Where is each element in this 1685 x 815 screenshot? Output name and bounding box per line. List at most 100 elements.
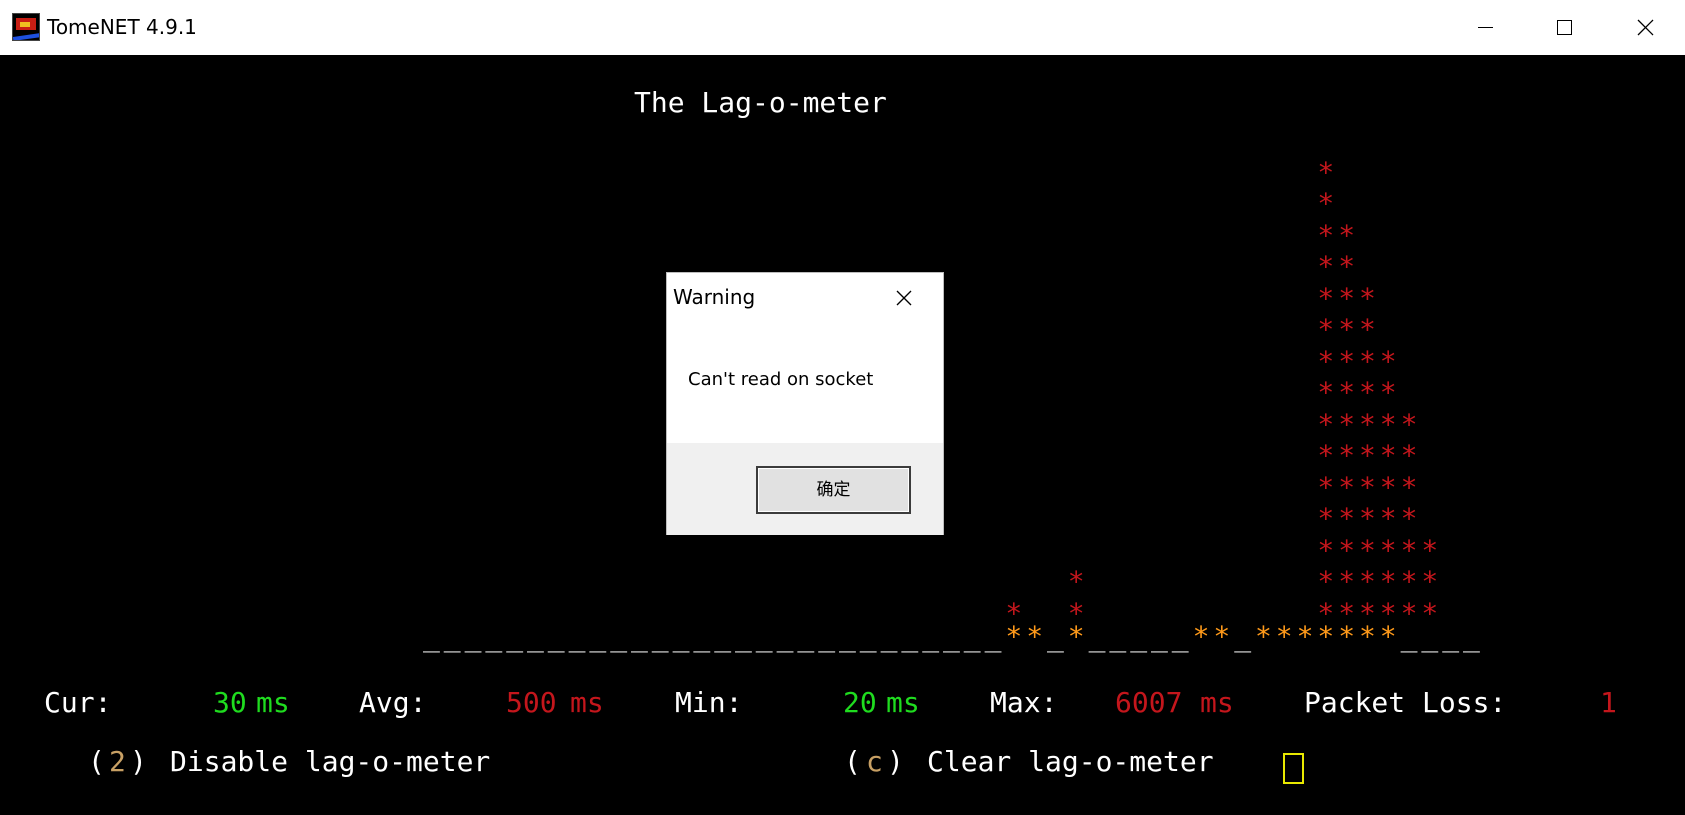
ok-button[interactable]: 确定	[756, 466, 911, 514]
max-value: 6007	[1115, 686, 1183, 719]
graph-bar-mark: *	[1338, 502, 1356, 535]
graph-bar-mark: *	[1338, 533, 1356, 567]
min-unit: ms	[886, 686, 920, 719]
tomenet-app-icon	[12, 13, 40, 41]
graph-baseline-mark: *	[1026, 620, 1044, 653]
graph-baseline-segment: _	[1151, 620, 1168, 653]
max-unit: ms	[1200, 686, 1234, 719]
graph-bar-mark: *	[1338, 344, 1356, 378]
dialog-title: Warning	[673, 285, 756, 309]
graph-bar-mark: *	[1379, 439, 1397, 472]
graph-bar-mark: *	[1400, 407, 1418, 441]
dialog-message: Can't read on socket	[688, 369, 874, 390]
graph-bar-mark: *	[1338, 376, 1356, 409]
max-label: Max:	[990, 686, 1058, 719]
graph-baseline-segment: _	[984, 620, 1002, 653]
graph-bar-mark: *	[1338, 565, 1356, 598]
warning-dialog: Warning Can't read on socket 确定	[666, 272, 944, 535]
close-icon	[896, 290, 912, 306]
graph-baseline-segment: _	[443, 620, 461, 653]
clear-lagometer-command[interactable]: Clear lag-o-meter	[927, 747, 1214, 777]
title-bar[interactable]: TomeNET 4.9.1	[0, 0, 1685, 55]
graph-bar-mark: *	[1067, 596, 1085, 630]
graph-bar-mark: *	[1338, 250, 1356, 283]
graph-bar-mark: *	[1317, 313, 1335, 346]
graph-bar-mark: *	[1400, 533, 1418, 567]
graph-baseline-segment: _	[776, 620, 794, 653]
graph-bar-mark: *	[1359, 376, 1376, 409]
graph-bar-mark: *	[1359, 344, 1376, 378]
disable-hotkey[interactable]: 2	[109, 747, 126, 777]
cur-unit: ms	[256, 686, 290, 719]
graph-baseline-segment: _	[589, 620, 607, 653]
maximize-icon	[1557, 20, 1572, 35]
minimize-button[interactable]	[1444, 0, 1524, 55]
disable-close-paren: )	[130, 745, 147, 778]
maximize-button[interactable]	[1524, 0, 1604, 55]
graph-baseline-segment: _	[901, 620, 919, 653]
graph-bar-mark: *	[1379, 502, 1397, 535]
graph-bar-mark: *	[1338, 596, 1356, 630]
graph-bar-mark: *	[1338, 281, 1356, 315]
packet-loss-label: Packet Loss:	[1304, 686, 1507, 719]
graph-baseline-segment: _	[714, 620, 732, 653]
graph-baseline-mark: *	[1192, 620, 1210, 653]
disable-lagometer-command[interactable]: Disable lag-o-meter	[170, 747, 490, 777]
graph-baseline-segment: _	[818, 620, 836, 653]
window-title: TomeNET 4.9.1	[47, 15, 197, 39]
graph-baseline-segment: _	[464, 620, 482, 653]
min-label: Min:	[675, 686, 743, 719]
graph-bar-mark: *	[1317, 533, 1335, 567]
graph-bar-mark: *	[1359, 533, 1376, 567]
clear-hotkey[interactable]: c	[866, 747, 883, 777]
graph-bar-mark: *	[1067, 565, 1085, 598]
graph-baseline-segment: _	[755, 620, 773, 653]
graph-bar-mark: *	[1359, 502, 1376, 535]
graph-baseline-segment: _	[839, 620, 856, 653]
graph-baseline-segment: _	[1109, 620, 1127, 653]
graph-bar-mark: *	[1379, 533, 1397, 567]
graph-baseline-segment: _	[1088, 620, 1106, 653]
graph-bar-mark: *	[1359, 565, 1376, 598]
tomenet-window: TomeNET 4.9.1 The Lag-o-meter _ _ _ _ _ _ _ _ _ _…	[0, 0, 1685, 815]
dialog-close-button[interactable]	[893, 287, 915, 309]
graph-bar-mark: *	[1317, 218, 1335, 252]
avg-value: 500	[506, 686, 557, 719]
graph-bar-mark: *	[1359, 596, 1376, 630]
graph-bar-mark: *	[1379, 470, 1397, 504]
graph-baseline-segment: _	[922, 620, 940, 653]
cur-label: Cur:	[44, 686, 112, 719]
graph-baseline-segment: _	[568, 620, 586, 653]
graph-bar-mark: *	[1338, 470, 1356, 504]
graph-bar-mark: *	[1379, 565, 1397, 598]
graph-baseline-segment: _	[1442, 620, 1460, 653]
close-window-button[interactable]	[1605, 0, 1685, 55]
min-value: 20	[843, 686, 877, 719]
graph-bar-mark: *	[1317, 376, 1335, 409]
graph-baseline-segment: _	[485, 620, 503, 653]
graph-bar-mark: *	[1338, 218, 1356, 252]
graph-bar-mark: *	[1400, 439, 1418, 472]
graph-baseline-segment: _	[631, 620, 648, 653]
graph-baseline-segment: _	[672, 620, 690, 653]
graph-baseline-segment: _	[423, 620, 440, 653]
graph-bar-mark: *	[1379, 407, 1397, 441]
graph-baseline-segment: _	[506, 620, 524, 653]
graph-baseline-segment: _	[527, 620, 544, 653]
disable-open-paren: (	[88, 745, 105, 778]
graph-baseline-segment: _	[963, 620, 981, 653]
graph-bar-mark: *	[1005, 596, 1023, 630]
graph-baseline-segment: _	[943, 620, 960, 653]
close-icon	[1637, 19, 1654, 36]
graph-bar-mark: *	[1400, 565, 1418, 598]
graph-bar-mark: *	[1379, 376, 1397, 409]
clear-close-paren: )	[887, 745, 904, 778]
graph-bar-mark: *	[1359, 470, 1376, 504]
graph-baseline-segment: _	[547, 620, 565, 653]
graph-baseline-segment: _	[1234, 620, 1252, 653]
graph-bar-mark: *	[1379, 596, 1397, 630]
graph-bar-mark: *	[1317, 407, 1335, 441]
graph-bar-mark: *	[1400, 470, 1418, 504]
graph-baseline-mark: *	[1255, 620, 1272, 653]
graph-baseline-segment: _	[693, 620, 711, 653]
